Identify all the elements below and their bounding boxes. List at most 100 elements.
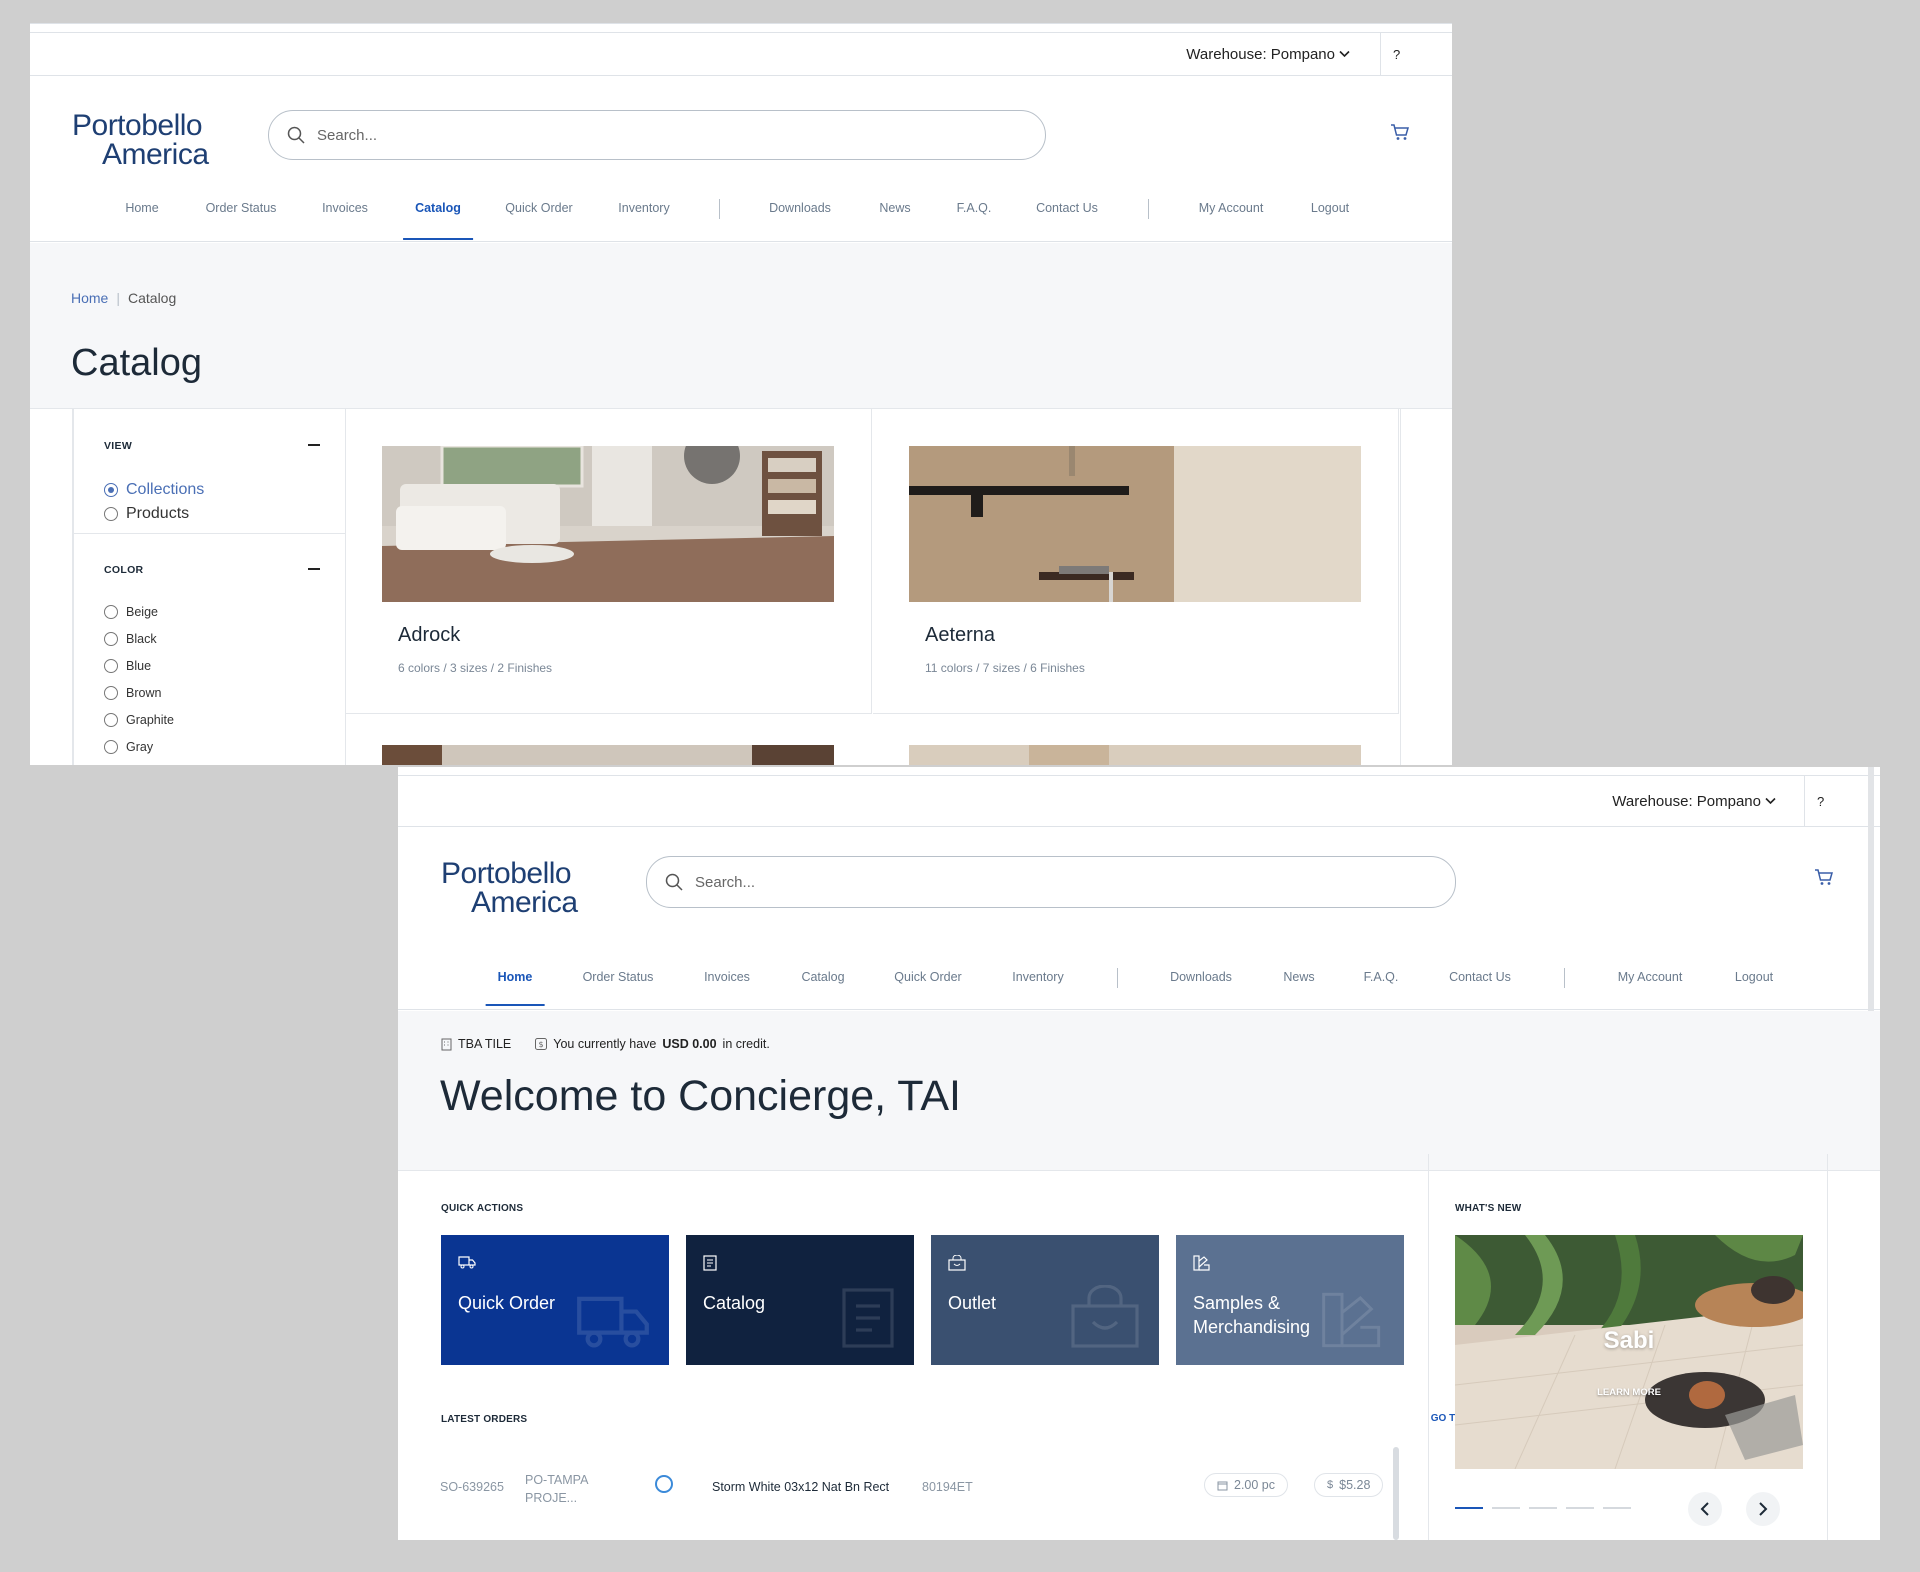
nav-home[interactable]: Home <box>485 970 545 1006</box>
nav-catalog[interactable]: Catalog <box>801 970 844 984</box>
book-icon <box>703 1255 717 1271</box>
whats-new-panel: WHAT'S NEW Sabi LEARN MORE <box>1428 1154 1828 1540</box>
order-product-name[interactable]: Storm White 03x12 Nat Bn Rect <box>712 1480 889 1494</box>
chevron-down-icon <box>1765 797 1776 805</box>
collection-meta: 6 colors / 3 sizes / 2 Finishes <box>398 661 553 675</box>
nav-faq[interactable]: F.A.Q. <box>957 201 992 215</box>
truck-icon <box>458 1256 476 1269</box>
warehouse-selector[interactable]: Warehouse: Pompano <box>1612 776 1776 826</box>
nav-news[interactable]: News <box>1283 970 1314 984</box>
breadcrumb: Home | Catalog <box>71 290 176 306</box>
order-so-number[interactable]: SO-639265 <box>440 1480 504 1494</box>
samples-merchandising-tile[interactable]: Samples & Merchandising <box>1176 1235 1404 1365</box>
order-row[interactable]: SO-639265 PO-TAMPA PROJE... Storm White … <box>440 1467 1395 1511</box>
carousel-prev-button[interactable] <box>1688 1492 1722 1526</box>
order-status-icon <box>655 1475 673 1493</box>
carousel-indicators <box>1455 1507 1631 1509</box>
nav-downloads[interactable]: Downloads <box>1170 970 1232 984</box>
collection-card-adrock[interactable]: Adrock 6 colors / 3 sizes / 2 Finishes <box>346 409 872 714</box>
nav-invoices[interactable]: Invoices <box>322 201 368 215</box>
logo-line-1: Portobello <box>72 109 203 142</box>
collapse-view-icon[interactable] <box>308 444 320 446</box>
catalog-tile[interactable]: Catalog <box>686 1235 914 1365</box>
radio-selected[interactable] <box>104 483 118 497</box>
nav-order-status[interactable]: Order Status <box>206 201 277 215</box>
credit-info: $ You currently have USD 0.00 in credit. <box>535 1037 770 1051</box>
nav-inventory[interactable]: Inventory <box>1012 970 1063 984</box>
learn-more-link[interactable]: LEARN MORE <box>1455 1387 1803 1398</box>
carousel-next-button[interactable] <box>1746 1492 1780 1526</box>
nav-logout[interactable]: Logout <box>1311 201 1349 215</box>
option-label: Gray <box>126 740 154 754</box>
nav-catalog[interactable]: Catalog <box>403 201 473 240</box>
nav-contact-us[interactable]: Contact Us <box>1449 970 1511 984</box>
nav-my-account[interactable]: My Account <box>1199 201 1264 215</box>
nav-invoices[interactable]: Invoices <box>704 970 750 984</box>
option-label: Blue <box>126 659 152 673</box>
nav-downloads[interactable]: Downloads <box>769 201 831 215</box>
collection-grid: Adrock 6 colors / 3 sizes / 2 Finishes A… <box>346 409 1401 765</box>
tile-label: Catalog <box>703 1293 766 1313</box>
cart-icon[interactable] <box>1390 123 1410 141</box>
news-slide[interactable]: Sabi LEARN MORE <box>1455 1235 1803 1469</box>
collection-image[interactable] <box>382 446 834 602</box>
color-option-gray[interactable]: Gray <box>104 740 153 754</box>
collection-meta: 11 colors / 7 sizes / 6 Finishes <box>925 661 1085 675</box>
collection-image[interactable] <box>909 446 1361 602</box>
carousel-dot[interactable] <box>1566 1507 1594 1509</box>
radio[interactable] <box>104 740 118 754</box>
logo[interactable]: Portobello America <box>72 109 209 169</box>
collection-card-aeterna[interactable]: Aeterna 11 colors / 7 sizes / 6 Finishes <box>873 409 1399 714</box>
color-option-graphite[interactable]: Graphite <box>104 713 174 727</box>
radio[interactable] <box>104 605 118 619</box>
radio[interactable] <box>104 686 118 700</box>
nav-quick-order[interactable]: Quick Order <box>894 970 961 984</box>
cart-icon[interactable] <box>1814 868 1834 886</box>
radio[interactable] <box>104 507 118 521</box>
color-option-blue[interactable]: Blue <box>104 659 151 673</box>
currency-symbol: $ <box>1327 1479 1334 1491</box>
breadcrumb-home[interactable]: Home <box>71 290 108 306</box>
radio[interactable] <box>104 659 118 673</box>
carousel-dot[interactable] <box>1492 1507 1520 1509</box>
collection-name[interactable]: Aeterna <box>925 624 995 647</box>
search-input[interactable] <box>317 126 924 144</box>
nav-inventory[interactable]: Inventory <box>618 201 669 215</box>
orders-scrollbar[interactable] <box>1393 1447 1399 1540</box>
outlet-tile[interactable]: Outlet <box>931 1235 1159 1365</box>
collection-card-partial[interactable] <box>346 715 872 765</box>
radio[interactable] <box>104 713 118 727</box>
logo[interactable]: Portobello America <box>441 859 578 917</box>
nav-my-account[interactable]: My Account <box>1618 970 1683 984</box>
carousel-dot[interactable] <box>1603 1507 1631 1509</box>
help-button[interactable]: ? <box>1380 33 1452 75</box>
nav-divider <box>719 199 720 219</box>
search-input[interactable] <box>695 873 1327 891</box>
nav-quick-order[interactable]: Quick Order <box>505 201 572 215</box>
divider <box>74 533 345 534</box>
collapse-color-icon[interactable] <box>308 568 320 570</box>
collection-card-partial[interactable] <box>873 715 1399 765</box>
color-option-beige[interactable]: Beige <box>104 605 158 619</box>
carousel-dot[interactable] <box>1455 1507 1483 1509</box>
view-option-products[interactable]: Products <box>104 505 189 523</box>
warehouse-selector[interactable]: Warehouse: Pompano <box>1186 33 1350 75</box>
nav-faq[interactable]: F.A.Q. <box>1364 970 1399 984</box>
view-option-collections[interactable]: Collections <box>104 481 204 499</box>
search-bar[interactable] <box>646 856 1456 908</box>
nav-news[interactable]: News <box>879 201 910 215</box>
radio[interactable] <box>104 632 118 646</box>
color-option-brown[interactable]: Brown <box>104 686 161 700</box>
quick-order-tile[interactable]: Quick Order <box>441 1235 669 1365</box>
option-label: Products <box>126 505 190 522</box>
nav-order-status[interactable]: Order Status <box>583 970 654 984</box>
collection-name[interactable]: Adrock <box>398 624 460 647</box>
nav-contact-us[interactable]: Contact Us <box>1036 201 1098 215</box>
carousel-dot[interactable] <box>1529 1507 1557 1509</box>
chevron-right-icon <box>1759 1502 1768 1516</box>
color-option-black[interactable]: Black <box>104 632 157 646</box>
search-bar[interactable] <box>268 110 1046 160</box>
nav-logout[interactable]: Logout <box>1735 970 1773 984</box>
nav-home[interactable]: Home <box>125 201 158 215</box>
option-label: Collections <box>126 481 205 498</box>
